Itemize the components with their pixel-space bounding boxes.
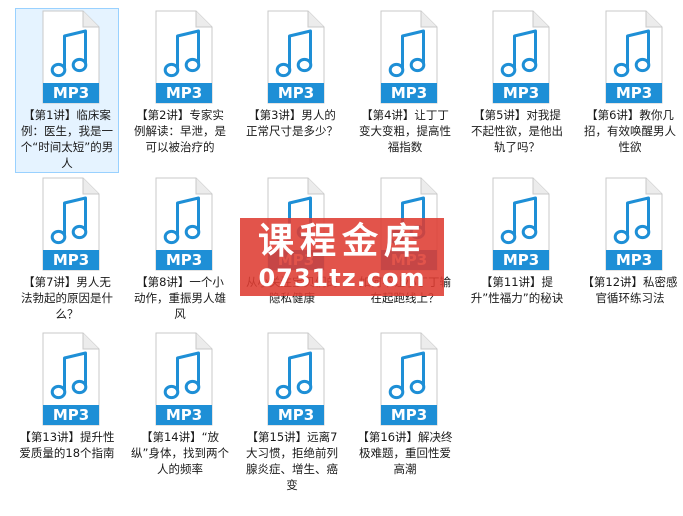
music-note-icon: MP3 — [367, 176, 445, 272]
mp3-badge-text: MP3 — [391, 251, 427, 269]
file-item[interactable]: MP3 【第8讲】一个小动作，重振男人雄风 — [128, 175, 232, 340]
music-note-icon: MP3 — [592, 176, 670, 272]
file-item[interactable]: MP3 如何不让小丁丁输在起跑线上？ — [353, 175, 457, 340]
file-item[interactable]: MP3 【第12讲】私密感官循环练习法 — [578, 175, 682, 340]
mp3-badge-text: MP3 — [278, 406, 314, 424]
file-item[interactable]: MP3 【第4讲】让丁丁变大变粗，提高性福指数 — [353, 8, 457, 173]
file-name-label: 【第6讲】教你几招，有效唤醒男人性欲 — [584, 108, 676, 154]
file-item[interactable]: MP3 【第16讲】解决终极难题，重回性爱高潮 — [353, 330, 457, 495]
music-note-icon: MP3 — [479, 176, 557, 272]
music-note-icon: MP3 — [254, 331, 332, 427]
file-item[interactable]: MP3 【第15讲】远离7大习惯，拒绝前列腺炎症、增生、癌变 — [240, 330, 344, 495]
music-note-icon: MP3 — [254, 9, 332, 105]
music-note-icon: MP3 — [479, 9, 557, 105]
file-item[interactable]: MP3 【第5讲】对我提不起性欲，是他出轨了吗？ — [465, 8, 569, 173]
file-item[interactable]: MP3 【第3讲】男人的正常尺寸是多少？ — [240, 8, 344, 173]
music-note-icon: MP3 — [367, 331, 445, 427]
file-item[interactable]: MP3 【第6讲】教你几招，有效唤醒男人性欲 — [578, 8, 682, 173]
mp3-badge-text: MP3 — [166, 406, 202, 424]
file-name-label: 如何不让小丁丁输在起跑线上？ — [359, 275, 451, 305]
file-name-label: 【第8讲】一个小动作，重振男人雄风 — [134, 275, 226, 321]
mp3-badge-text: MP3 — [616, 84, 652, 102]
music-note-icon: MP3 — [592, 9, 670, 105]
file-name-label: 【第14讲】“放纵”身体，找到两个人的频率 — [131, 430, 229, 476]
music-note-icon: MP3 — [142, 9, 220, 105]
mp3-badge-text: MP3 — [278, 84, 314, 102]
mp3-badge-text: MP3 — [616, 251, 652, 269]
mp3-badge-text: MP3 — [503, 84, 539, 102]
file-name-label: 从小关注宝贝们的隐私健康 — [246, 275, 338, 305]
file-item[interactable]: MP3 从小关注宝贝们的隐私健康 — [240, 175, 344, 340]
file-name-label: 【第4讲】让丁丁变大变粗，提高性福指数 — [359, 108, 451, 154]
mp3-badge-text: MP3 — [503, 251, 539, 269]
music-note-icon: MP3 — [142, 331, 220, 427]
mp3-badge-text: MP3 — [53, 251, 89, 269]
file-name-label: 【第1讲】临床案例：医生，我是一个“时间太短”的男人 — [20, 108, 114, 170]
file-name-label: 【第15讲】远离7大习惯，拒绝前列腺炎症、增生、癌变 — [246, 430, 338, 492]
file-name-label: 【第3讲】男人的正常尺寸是多少？ — [246, 108, 338, 138]
file-item[interactable]: MP3 【第1讲】临床案例：医生，我是一个“时间太短”的男人 — [15, 8, 119, 173]
file-item[interactable]: MP3 【第2讲】专家实例解读：早泄，是可以被治疗的 — [128, 8, 232, 173]
music-note-icon: MP3 — [367, 9, 445, 105]
file-name-label: 【第13讲】提升性爱质量的18个指南 — [19, 430, 115, 460]
mp3-badge-text: MP3 — [278, 251, 314, 269]
file-name-label: 【第16讲】解决终极难题，重回性爱高潮 — [357, 430, 453, 476]
file-name-label: 【第12讲】私密感官循环练习法 — [582, 275, 678, 305]
file-name-label: 【第11讲】提升”性福力”的秘诀 — [470, 275, 564, 305]
music-note-icon: MP3 — [29, 9, 107, 105]
mp3-badge-text: MP3 — [53, 84, 89, 102]
music-note-icon: MP3 — [29, 331, 107, 427]
file-name-label: 【第7讲】男人无法勃起的原因是什么？ — [21, 275, 113, 321]
mp3-badge-text: MP3 — [391, 84, 427, 102]
music-note-icon: MP3 — [142, 176, 220, 272]
file-item[interactable]: MP3 【第14讲】“放纵”身体，找到两个人的频率 — [128, 330, 232, 495]
music-note-icon: MP3 — [29, 176, 107, 272]
mp3-badge-text: MP3 — [166, 251, 202, 269]
file-grid: MP3 【第1讲】临床案例：医生，我是一个“时间太短”的男人 MP3 【第2讲】专家实… — [0, 0, 683, 516]
file-item[interactable]: MP3 【第13讲】提升性爱质量的18个指南 — [15, 330, 119, 495]
file-name-label: 【第2讲】专家实例解读：早泄，是可以被治疗的 — [134, 108, 226, 154]
file-name-label: 【第5讲】对我提不起性欲，是他出轨了吗？ — [471, 108, 563, 154]
file-item[interactable]: MP3 【第11讲】提升”性福力”的秘诀 — [465, 175, 569, 340]
mp3-badge-text: MP3 — [391, 406, 427, 424]
music-note-icon: MP3 — [254, 176, 332, 272]
mp3-badge-text: MP3 — [166, 84, 202, 102]
file-item[interactable]: MP3 【第7讲】男人无法勃起的原因是什么？ — [15, 175, 119, 340]
mp3-badge-text: MP3 — [53, 406, 89, 424]
